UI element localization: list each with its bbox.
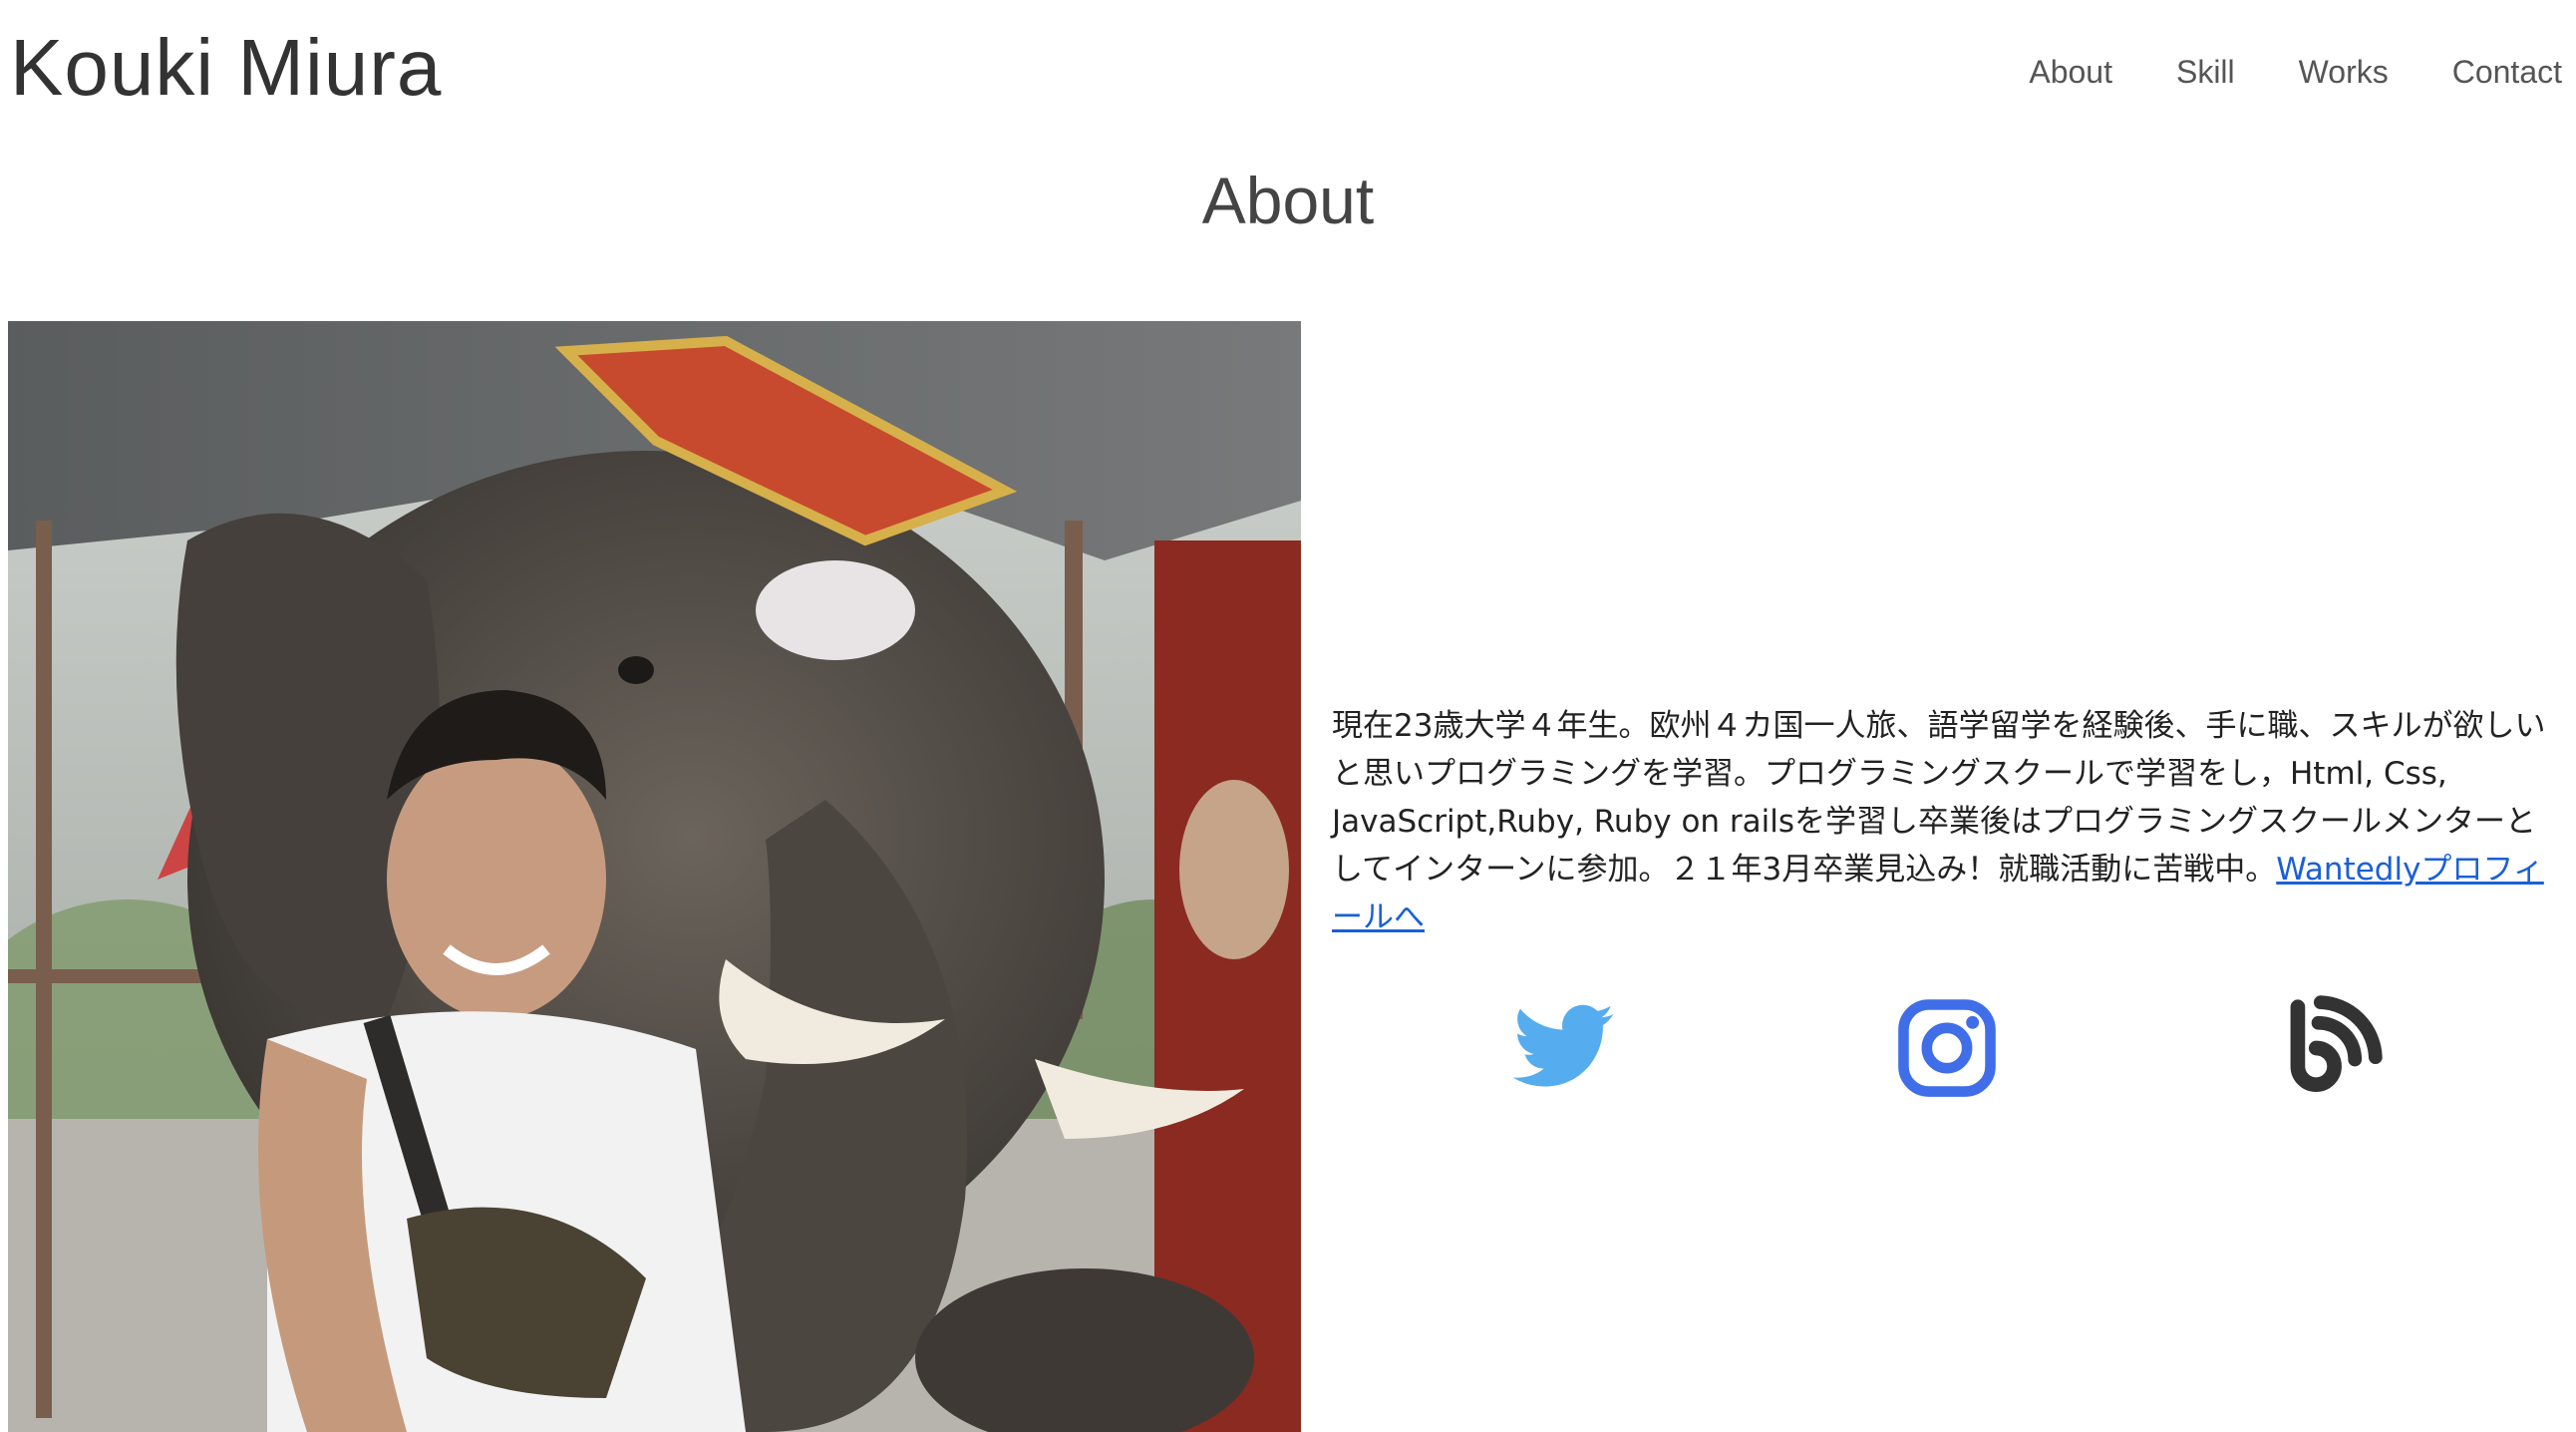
profile-photo-illustration [8,321,1301,1432]
instagram-icon[interactable] [1892,993,2002,1103]
profile-photo [8,321,1301,1432]
blog-feed-glyph [2290,995,2383,1092]
site-logo[interactable]: Kouki Miura [10,28,442,108]
main-nav: About Skill Works Contact [1965,56,2562,88]
social-links [1332,993,2562,1103]
nav-contact[interactable]: Contact [2452,56,2562,88]
twitter-icon[interactable] [1508,993,1618,1103]
nav-works[interactable]: Works [2299,56,2389,88]
twitter-bird-glyph [1512,1004,1614,1087]
nav-about[interactable]: About [2029,56,2112,88]
blog-icon[interactable] [2275,993,2385,1103]
about-section-title: About [1201,164,1375,237]
instagram-camera-glyph [1898,999,1996,1097]
about-bio: 現在23歳大学４年生。欧州４カ国一人旅、語学留学を経験後、手に職、スキルが欲しい… [1332,702,2562,941]
nav-skill[interactable]: Skill [2176,56,2235,88]
